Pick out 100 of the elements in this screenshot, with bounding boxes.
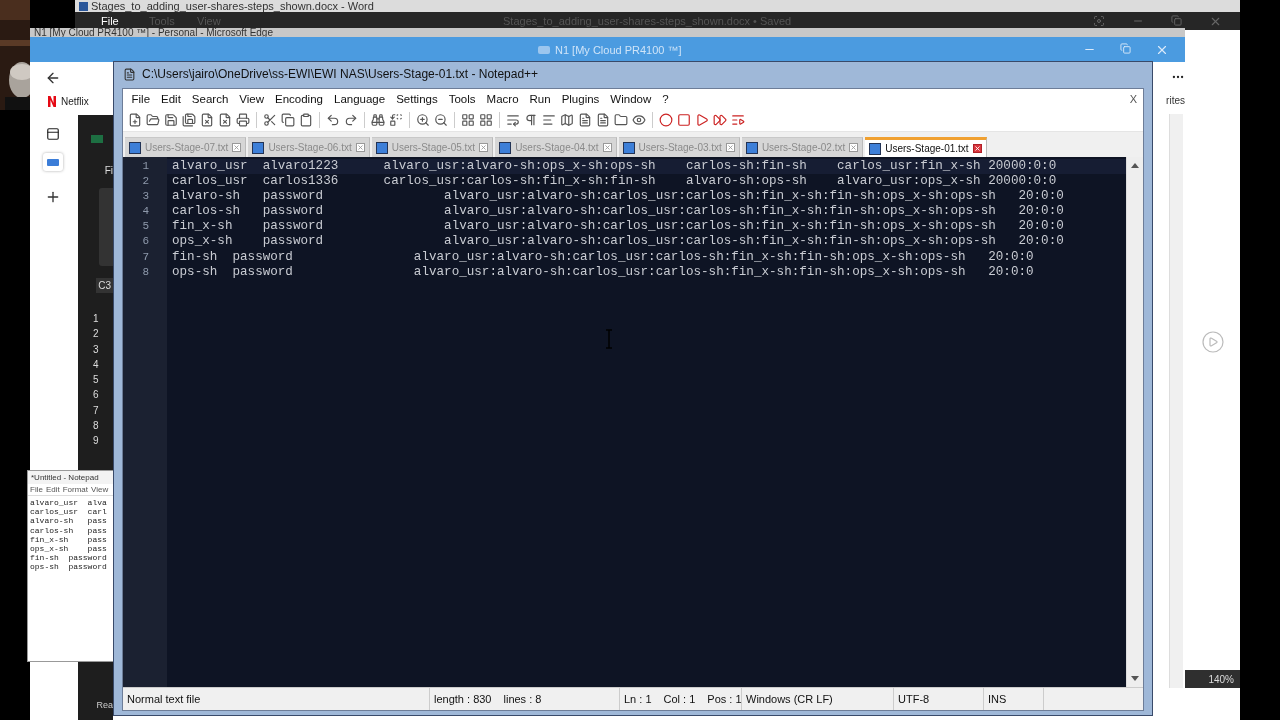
line-number: 8: [141, 264, 150, 280]
window-title: Stages_to_adding_user-shares-steps_shown.docx - Word: [91, 0, 374, 12]
indent-icon[interactable]: [542, 113, 556, 127]
window-title: *Untitled - Notepad: [30, 472, 100, 484]
scroll-down-icon[interactable]: [1131, 676, 1139, 682]
redo-icon[interactable]: [344, 113, 358, 127]
scrollbar[interactable]: [1126, 157, 1143, 687]
close-file-icon[interactable]: [200, 113, 214, 127]
row-header: 4: [93, 357, 100, 372]
code-line: alvaro-sh password alvaro_usr:alvaro-sh:carlos_usr:carlos-sh:fin_x-sh:fin-sh:ops_x-sh:ops-sh 20:0:0: [171, 189, 1065, 205]
status-text: Normal text file: [127, 693, 201, 705]
close-icon[interactable]: [602, 143, 612, 152]
fast-forward-icon[interactable]: [713, 113, 727, 127]
code-line: ops_x-sh password alvaro_usr:alvaro-sh:carlos_usr:carlos-sh:fin_x-sh:fin-sh:ops_x-sh:ops-sh 20:0:0: [171, 234, 1065, 250]
record-icon[interactable]: [659, 113, 673, 127]
menu-item[interactable]: View: [233, 93, 270, 105]
playlist-icon[interactable]: [731, 113, 745, 127]
zoom-out-icon[interactable]: [434, 113, 448, 127]
document-icon[interactable]: [578, 113, 592, 127]
name-box[interactable]: C3: [96, 278, 113, 293]
menu-item[interactable]: Tools: [443, 93, 482, 105]
clipboard-icon[interactable]: [299, 113, 313, 127]
new-file-icon[interactable]: [128, 113, 142, 127]
binoculars-icon[interactable]: [371, 113, 385, 127]
line-number: 5: [141, 219, 150, 235]
zoom-level[interactable]: 140%: [1208, 673, 1234, 685]
menu-item[interactable]: File: [126, 93, 156, 105]
printer-icon[interactable]: [236, 113, 250, 127]
menu-item[interactable]: File: [101, 15, 149, 27]
map-icon[interactable]: [560, 113, 574, 127]
line-number: 2: [141, 174, 150, 190]
pilcrow-icon[interactable]: [524, 113, 538, 127]
menu-item[interactable]: Settings: [390, 93, 444, 105]
wrap-icon[interactable]: [506, 113, 520, 127]
row-header: 8: [93, 419, 100, 434]
text-cursor-icon: [605, 329, 613, 349]
menu-item[interactable]: Search: [186, 93, 234, 105]
close-icon[interactable]: [355, 143, 365, 152]
menu-item[interactable]: Edit: [155, 93, 187, 105]
netflix-logo-icon: [48, 96, 56, 107]
panels-icon[interactable]: [479, 113, 493, 127]
save-all-icon[interactable]: [182, 113, 196, 127]
panels-icon[interactable]: [461, 113, 475, 127]
zoom-in-icon[interactable]: [416, 113, 430, 127]
close-icon[interactable]: [972, 144, 982, 153]
stop-icon[interactable]: [677, 113, 691, 127]
eye-icon[interactable]: [632, 113, 646, 127]
favorite-link[interactable]: Netflix: [61, 96, 89, 107]
status-text: length : 830: [434, 693, 492, 705]
copy-icon[interactable]: [281, 113, 295, 127]
line-number: 4: [141, 204, 150, 220]
focus-icon[interactable]: [1093, 14, 1105, 27]
notepad-icon: [123, 67, 136, 81]
play-icon[interactable]: [695, 113, 709, 127]
status-text: lines : 8: [503, 693, 542, 705]
status-text: UTF-8: [898, 693, 930, 705]
scissors-icon[interactable]: [263, 113, 277, 127]
close-icon[interactable]: [849, 143, 859, 152]
close-icon[interactable]: [725, 143, 735, 152]
row-header: 6: [93, 388, 100, 403]
ribbon-tab[interactable]: Fi: [104, 165, 113, 176]
menu-item[interactable]: Window: [604, 93, 657, 105]
close-icon[interactable]: [232, 143, 242, 152]
row-header: 1: [93, 312, 100, 326]
code-line: carlos-sh password alvaro_usr:alvaro-sh:carlos_usr:carlos-sh:fin_x-sh:fin-sh:ops_x-sh:ops-sh 20:0:0: [171, 204, 1065, 220]
text-line: alvaro_usr alva: [30, 498, 108, 508]
status-text: Pos : 1: [707, 693, 742, 705]
row-header: 7: [93, 403, 100, 418]
scroll-up-icon[interactable]: [1131, 162, 1139, 168]
folder-icon[interactable]: [146, 113, 160, 127]
line-number: 6: [141, 234, 150, 250]
menu-item[interactable]: Macro: [481, 93, 525, 105]
menu-item[interactable]: Format: [62, 485, 89, 494]
menu-item[interactable]: Run: [524, 93, 557, 105]
menu-item[interactable]: Edit: [45, 485, 60, 494]
menu-item[interactable]: View: [91, 485, 109, 494]
undo-icon[interactable]: [326, 113, 340, 127]
line-number: 3: [141, 189, 150, 205]
menu-item[interactable]: File: [30, 485, 43, 494]
text-line: alvaro-sh pass: [30, 516, 108, 526]
menu-item[interactable]: Plugins: [556, 93, 605, 105]
scrollbar[interactable]: [1168, 114, 1183, 688]
close-icon[interactable]: [479, 143, 489, 152]
menu-item[interactable]: Language: [328, 93, 391, 105]
status-text: Rea: [96, 700, 113, 710]
row-header: 2: [93, 327, 100, 342]
file-tab[interactable]: Users-Stage-01.txt: [865, 137, 987, 157]
replace-icon[interactable]: [389, 113, 403, 127]
close-all-icon[interactable]: [218, 113, 232, 127]
code-line: ops-sh password alvaro_usr:alvaro-sh:carlos_usr:carlos-sh:fin_x-sh:fin-sh:ops_x-sh:ops-sh 20:0:0: [171, 264, 1035, 280]
tab-tile[interactable]: [42, 153, 63, 171]
code-line: fin-sh password alvaro_usr:alvaro-sh:carlos_usr:carlos-sh:fin_x-sh:fin-sh:ops_x-sh:ops-sh 20:0:0: [171, 249, 1035, 265]
line-number: 1: [141, 159, 150, 174]
folder-icon[interactable]: [614, 113, 628, 127]
menu-item[interactable]: Encoding: [269, 93, 329, 105]
menu-item[interactable]: ?: [656, 93, 675, 105]
text-area[interactable]: alvaro_usr alva carlos_usr carl alvaro-sh pass carlos-sh pass fin_x-sh pass ops_x-sh pass fin-sh password ops-sh password: [28, 496, 114, 661]
close-button[interactable]: X: [1129, 93, 1143, 105]
tab-icon[interactable]: [45, 127, 60, 141]
row-header: 3: [93, 342, 100, 357]
